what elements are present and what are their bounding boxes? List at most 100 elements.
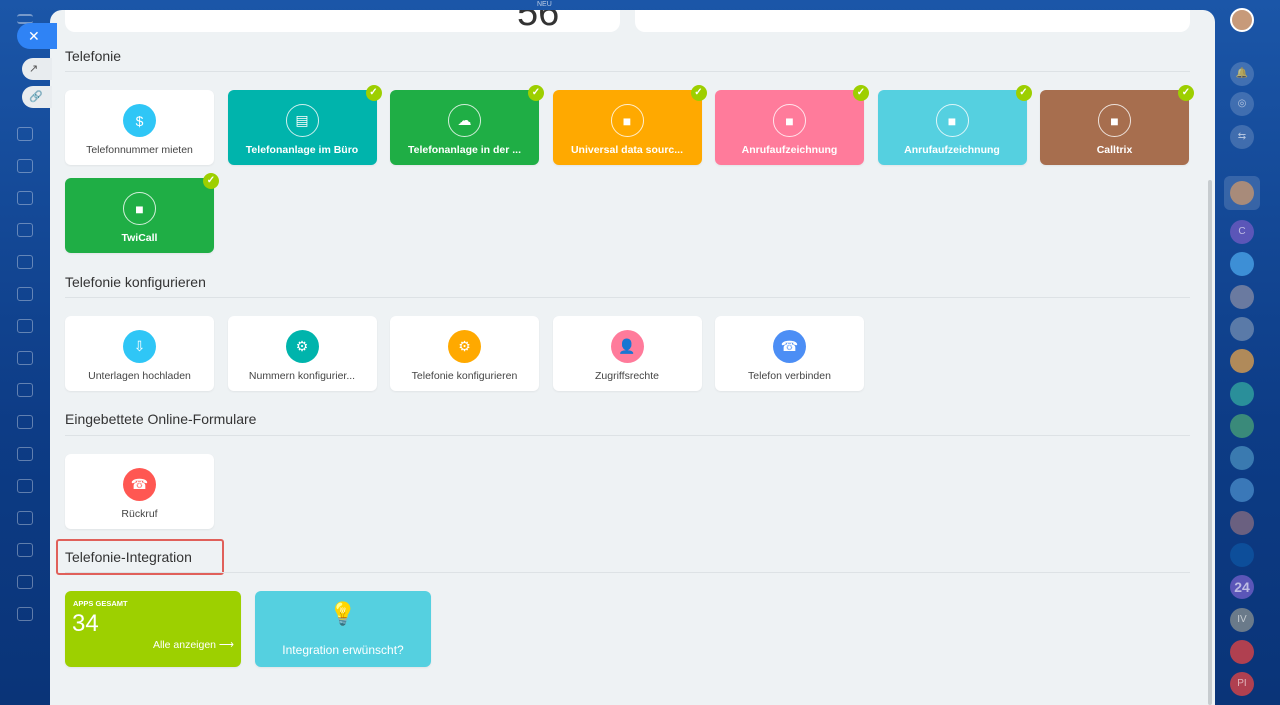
chat-avatar[interactable] bbox=[1230, 639, 1254, 664]
divider bbox=[65, 572, 1190, 573]
contact-avatar bbox=[1230, 181, 1254, 205]
chat-avatar[interactable] bbox=[1230, 510, 1254, 535]
tile-label: Telefonanlage im Büro bbox=[245, 144, 359, 156]
app-tile[interactable]: ▤ Telefonanlage im Büro ✓ bbox=[227, 85, 382, 165]
app-tile[interactable]: ⇩ Unterlagen hochladen bbox=[65, 316, 214, 391]
user-lock-icon: 👤 bbox=[610, 330, 644, 363]
installed-check-icon: ✓ bbox=[203, 173, 219, 189]
more-icon[interactable] bbox=[17, 607, 33, 621]
section-title-telephony: Telefonie bbox=[65, 48, 122, 64]
chat-icon[interactable] bbox=[17, 159, 33, 173]
tile-label: Telefonnummer mieten bbox=[86, 144, 193, 156]
chat-avatar[interactable] bbox=[1230, 413, 1254, 438]
user-avatar[interactable] bbox=[1230, 8, 1254, 32]
shop-icon[interactable] bbox=[17, 415, 33, 429]
link-icon: 🔗 bbox=[29, 91, 43, 103]
phone-dollar-icon: $ bbox=[123, 104, 156, 137]
tile-label: Rückruf bbox=[121, 508, 158, 520]
app-tile[interactable]: ■ Anrufaufzeichnung ✓ bbox=[715, 85, 869, 165]
crm-icon[interactable] bbox=[17, 223, 33, 237]
tile-label: Anrufaufzeichnung bbox=[904, 144, 1000, 156]
box-icon: ■ bbox=[935, 104, 969, 137]
chat-avatar[interactable]: 24 bbox=[1230, 575, 1254, 600]
document-download-icon: ⇩ bbox=[123, 330, 156, 363]
filter-icon[interactable] bbox=[17, 351, 33, 365]
app-tile[interactable]: ⚙ Telefonie konfigurieren bbox=[390, 316, 539, 391]
close-slider-button[interactable]: ✕ bbox=[17, 23, 57, 49]
feed-icon[interactable] bbox=[17, 127, 33, 141]
chat-avatar[interactable] bbox=[1230, 349, 1254, 374]
telephony-icon[interactable]: ◎ bbox=[1230, 92, 1254, 116]
section-title-configure: Telefonie konfigurieren bbox=[65, 274, 206, 290]
installed-check-icon: ✓ bbox=[1015, 85, 1032, 101]
installed-check-icon: ✓ bbox=[365, 85, 382, 101]
chat-avatar[interactable] bbox=[1230, 284, 1254, 309]
close-icon: ✕ bbox=[28, 28, 40, 44]
tile-label: Zugriffsrechte bbox=[595, 370, 659, 382]
tile-label: Telefon verbinden bbox=[748, 370, 831, 382]
app-tile[interactable]: ■ TwiCall ✓ bbox=[65, 173, 219, 253]
tile-label: Nummern konfigurier... bbox=[248, 370, 356, 382]
app-tile[interactable]: ☎ Telefon verbinden bbox=[715, 316, 864, 391]
app-tile[interactable]: $ Telefonnummer mieten bbox=[65, 90, 214, 165]
chat-avatar[interactable]: C bbox=[1230, 220, 1254, 244]
contacts-icon[interactable] bbox=[17, 191, 33, 205]
box-icon: ■ bbox=[773, 104, 806, 137]
chat-avatar[interactable] bbox=[1230, 478, 1254, 503]
installed-check-icon: ✓ bbox=[853, 85, 869, 101]
bell-icon[interactable]: 🔔 bbox=[1230, 62, 1254, 86]
divider bbox=[65, 71, 1190, 72]
show-all-link[interactable]: Alle anzeigen ⟶ bbox=[153, 639, 234, 651]
mail-icon[interactable] bbox=[17, 287, 33, 301]
chat-avatar[interactable] bbox=[1230, 446, 1254, 471]
tasks-icon[interactable] bbox=[17, 255, 33, 269]
highlight-box bbox=[56, 539, 224, 575]
apps-total-label: APPS GESAMT bbox=[73, 599, 128, 608]
info-card bbox=[635, 10, 1190, 32]
copy-link-button[interactable]: 🔗 bbox=[22, 86, 52, 108]
app-tile[interactable]: ■ Calltrix ✓ bbox=[1040, 85, 1194, 165]
chat-sync-icon[interactable]: ⇆ bbox=[1230, 125, 1254, 149]
support-icon[interactable] bbox=[17, 511, 33, 525]
chat-avatar[interactable] bbox=[1230, 543, 1254, 567]
tile-label: Telefonie konfigurieren bbox=[411, 370, 518, 382]
calendar-icon[interactable] bbox=[17, 319, 33, 333]
integration-request-tile[interactable]: 💡 Integration erwünscht? bbox=[255, 591, 431, 667]
app-tile[interactable]: ■ Universal data sourc... ✓ bbox=[552, 85, 707, 165]
chat-avatar[interactable]: PI bbox=[1230, 672, 1254, 697]
installed-check-icon: ✓ bbox=[690, 85, 707, 101]
active-chat-item[interactable] bbox=[1224, 176, 1260, 210]
sites-icon[interactable] bbox=[17, 383, 33, 397]
app-tile[interactable]: ☎ Rückruf bbox=[65, 454, 214, 529]
pbx-office-icon: ▤ bbox=[285, 104, 319, 137]
scrollbar[interactable] bbox=[1208, 180, 1212, 705]
box-icon: ■ bbox=[123, 192, 156, 225]
chat-avatar[interactable] bbox=[1230, 381, 1254, 406]
tile-label: TwiCall bbox=[121, 232, 158, 244]
storage-icon[interactable] bbox=[17, 575, 33, 589]
marketing-icon[interactable] bbox=[17, 447, 33, 461]
stats-card: 56 bbox=[65, 10, 620, 34]
settings-icon: ⚙ bbox=[448, 330, 481, 363]
external-link-icon: ↗ bbox=[29, 63, 39, 75]
box-icon: ■ bbox=[610, 104, 644, 137]
open-new-window-button[interactable]: ↗ bbox=[22, 58, 52, 80]
apps-icon[interactable] bbox=[17, 543, 33, 557]
chat-avatar[interactable] bbox=[1230, 316, 1254, 341]
chat-avatar[interactable]: IV bbox=[1230, 607, 1254, 632]
app-tile[interactable]: ■ Anrufaufzeichnung ✓ bbox=[877, 85, 1032, 165]
app-tile[interactable]: 👤 Zugriffsrechte bbox=[552, 316, 702, 391]
installed-check-icon: ✓ bbox=[528, 85, 544, 101]
divider bbox=[65, 435, 1190, 436]
box-icon: ■ bbox=[1098, 104, 1131, 137]
tile-label: Calltrix bbox=[1096, 144, 1133, 156]
apps-total-tile[interactable]: APPS GESAMT 34 Alle anzeigen ⟶ bbox=[65, 591, 241, 667]
new-badge: NEU bbox=[537, 1, 552, 8]
tile-label: Anrufaufzeichnung bbox=[741, 144, 838, 156]
integration-request-label: Integration erwünscht? bbox=[282, 643, 404, 657]
app-tile[interactable]: ☁ Telefonanlage in der ... ✓ bbox=[390, 85, 544, 165]
phone-plug-icon: ☎ bbox=[773, 330, 806, 363]
chat-avatar[interactable] bbox=[1230, 252, 1254, 277]
app-tile[interactable]: ⚙ Nummern konfigurier... bbox=[227, 316, 377, 391]
reports-icon[interactable] bbox=[17, 479, 33, 493]
